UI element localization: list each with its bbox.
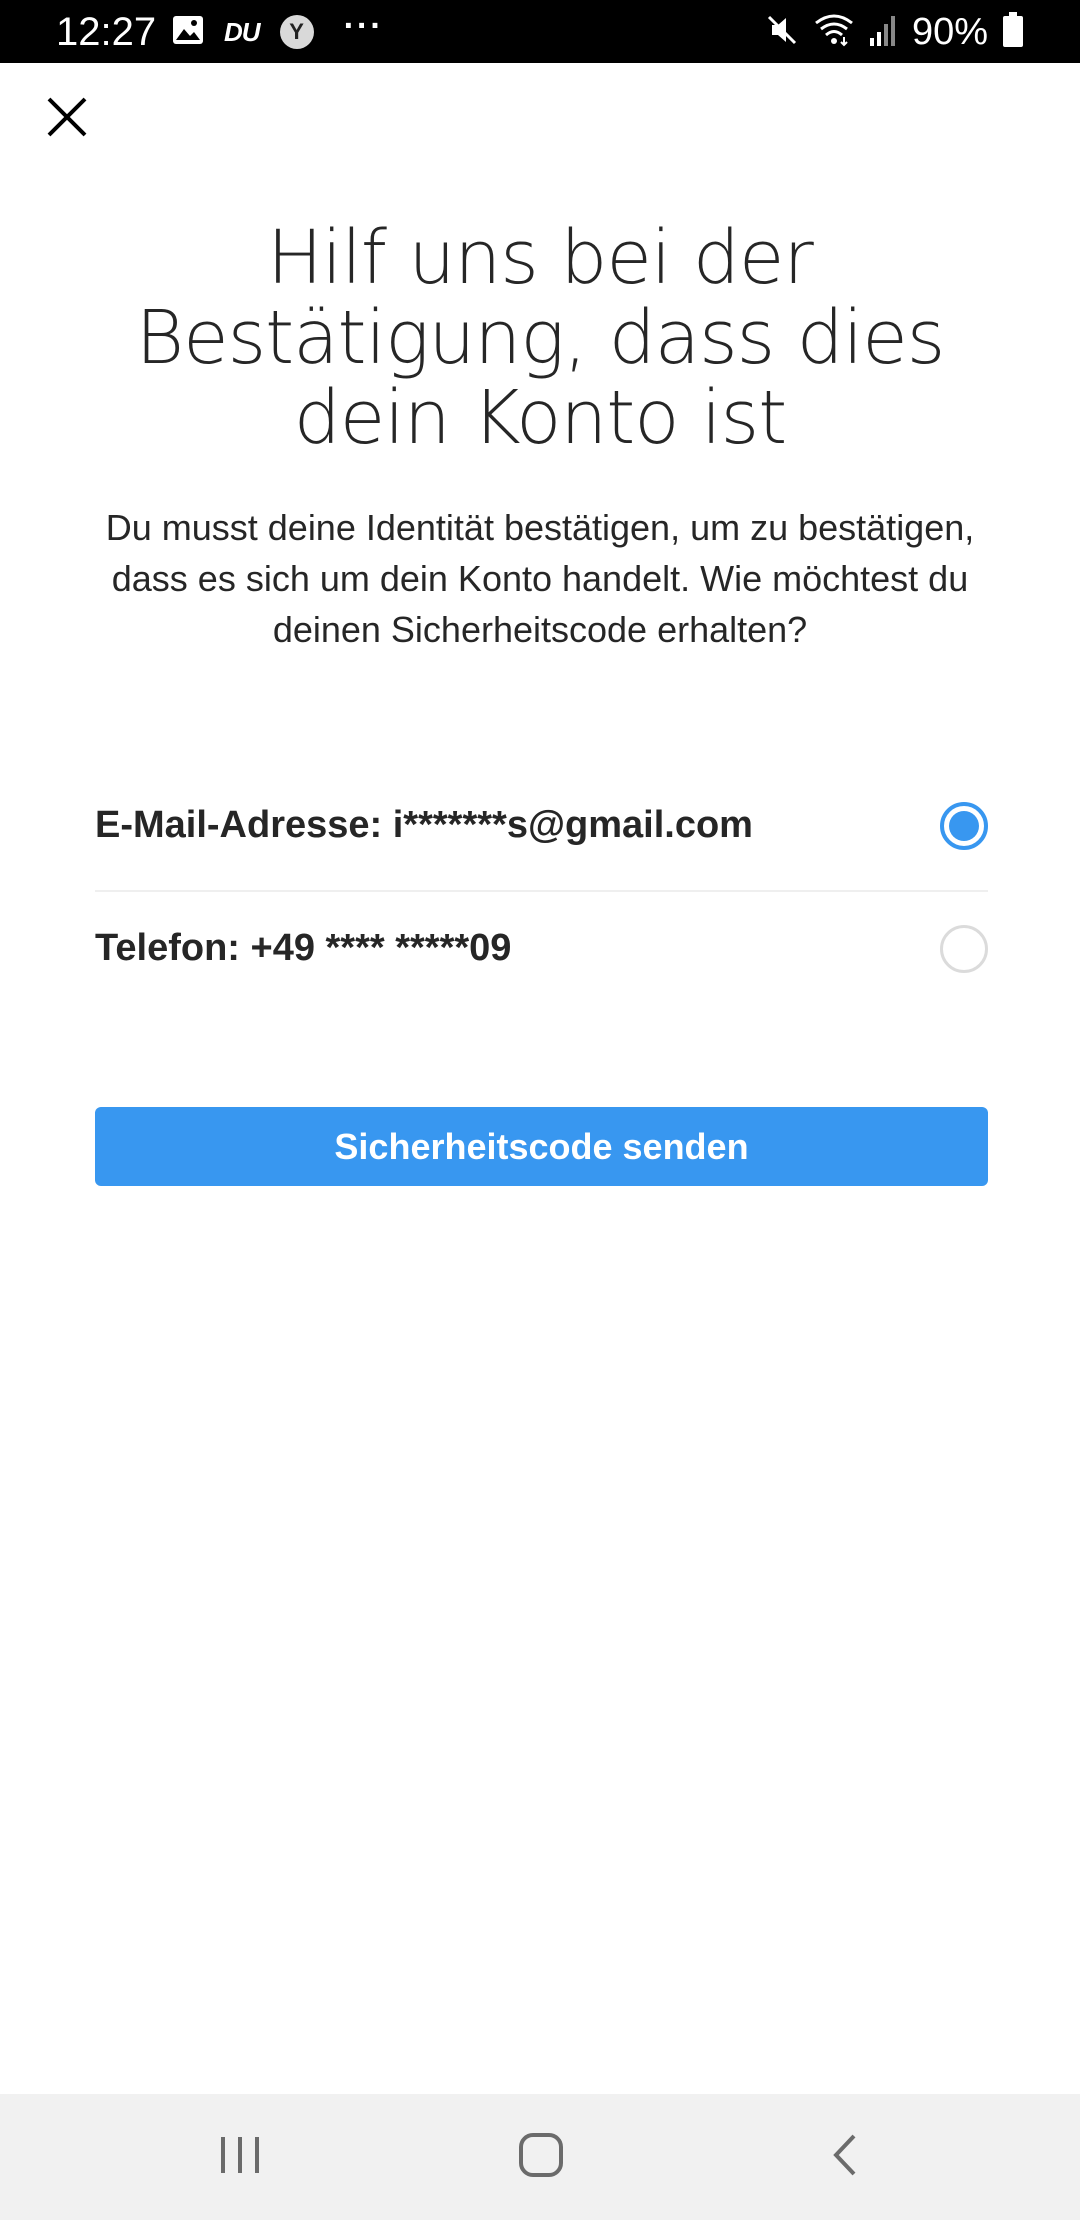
navigation-bar: [0, 2094, 1080, 2220]
home-button[interactable]: [481, 2094, 601, 2220]
home-icon: [518, 2132, 564, 2183]
option-phone[interactable]: Telefon: +49 **** *****09: [95, 905, 988, 995]
battery-icon: [1002, 11, 1024, 53]
page-description: Du musst deine Identität bestätigen, um …: [105, 507, 975, 650]
status-time: 12:27: [56, 10, 157, 54]
send-security-code-button[interactable]: Sicherheitscode senden: [95, 1107, 988, 1186]
more-dots-icon: ···: [343, 7, 384, 45]
image-icon: [172, 15, 204, 50]
page-title: Hilf uns bei der Bestätigung, dass dies …: [135, 215, 946, 461]
status-right-icons: 90%: [764, 10, 1024, 54]
wifi-icon: [814, 13, 854, 52]
mute-icon: [764, 12, 800, 53]
radio-dot: [949, 811, 979, 841]
option-email-label: E-Mail-Adresse: i*******s@gmail.com: [95, 804, 753, 846]
battery-percent: 90%: [911, 10, 988, 53]
close-button[interactable]: [40, 92, 94, 146]
divider: [95, 890, 988, 892]
back-button[interactable]: [785, 2094, 905, 2220]
status-bar: 12:27 DU Y ··· 90%: [0, 0, 1080, 63]
du-icon: DU: [224, 16, 261, 47]
y-icon: Y: [279, 15, 314, 49]
recents-button[interactable]: [180, 2094, 300, 2220]
close-icon: [47, 97, 87, 142]
signal-icon: [868, 14, 898, 51]
radio-phone-unselected[interactable]: [940, 925, 988, 973]
screen: 12:27 DU Y ··· 90% Hilf uns bei der Best…: [0, 0, 1080, 2220]
option-email[interactable]: E-Mail-Adresse: i*******s@gmail.com: [95, 782, 988, 872]
radio-email-selected[interactable]: [940, 802, 988, 850]
recents-icon: [218, 2135, 262, 2180]
option-phone-label: Telefon: +49 **** *****09: [95, 927, 512, 969]
back-icon: [830, 2132, 860, 2183]
status-left-icons: DU Y ···: [172, 7, 384, 50]
